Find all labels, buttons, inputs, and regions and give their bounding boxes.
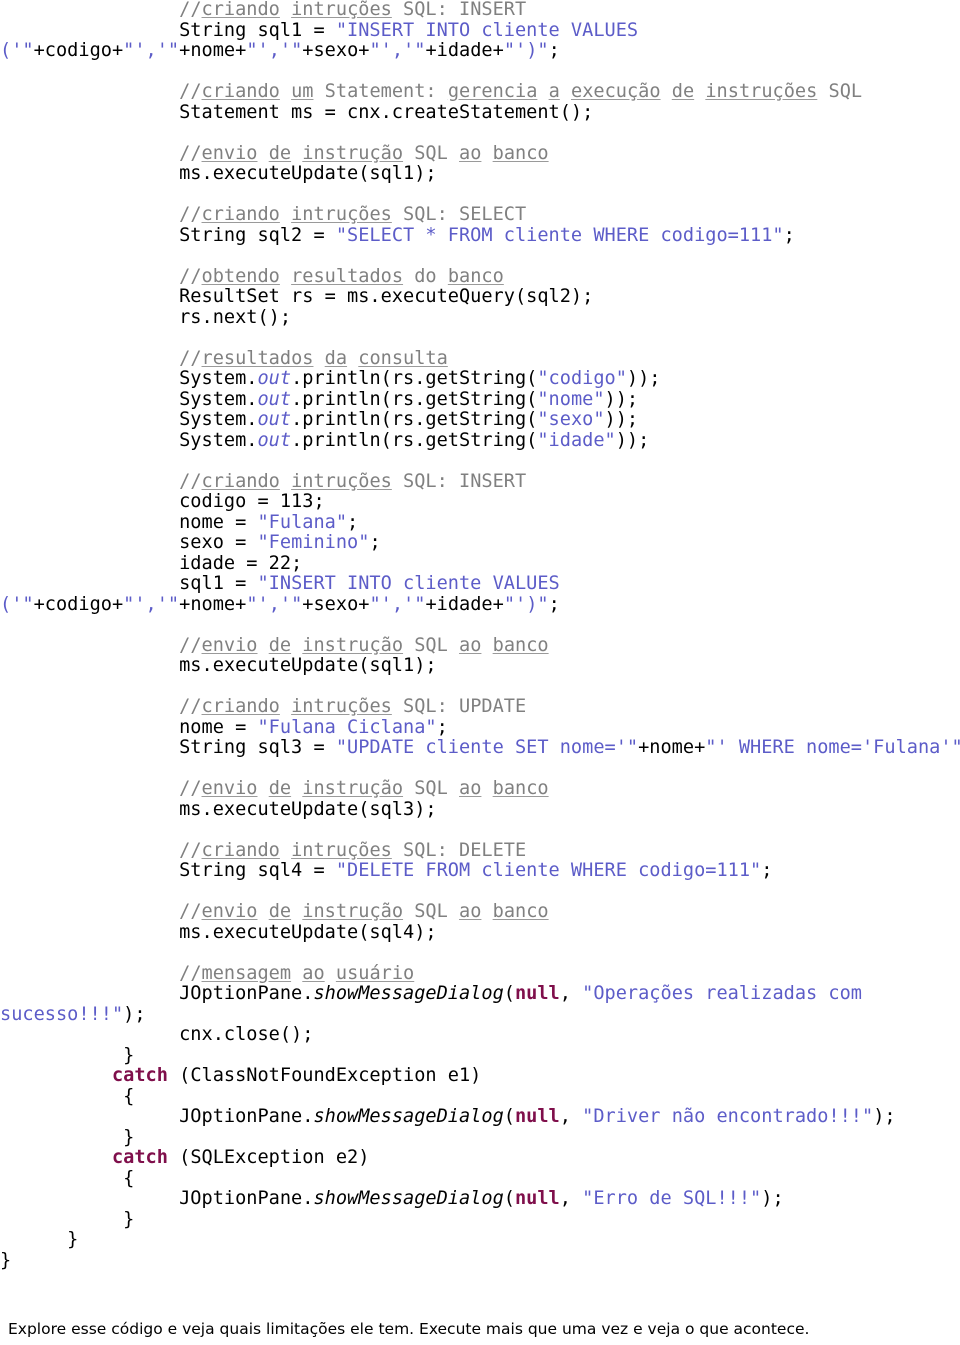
code-line: JOptionPane.showMessageDialog(null, "Err…: [0, 1188, 784, 1209]
code-line: String sql2 = "SELECT * FROM cliente WHE…: [0, 224, 795, 246]
code-line: System.out.println(rs.getString("codigo"…: [0, 368, 661, 389]
code-line: //criando intruções SQL: INSERT: [179, 0, 527, 20]
code-line: String sql3 = "UPDATE cliente SET nome='…: [0, 737, 960, 758]
code-line: //obtendo resultados do banco: [179, 265, 504, 287]
code-line: //criando um Statement: gerencia a execu…: [179, 81, 863, 102]
code-line: catch (SQLException e2): [111, 1147, 370, 1168]
code-line: sucesso!!!");: [0, 1003, 146, 1025]
code-line: //resultados da consulta: [179, 347, 448, 369]
code-line: nome = "Fulana Ciclana";: [0, 716, 448, 738]
code-line: ms.executeUpdate(sql1);: [0, 655, 437, 676]
code-line: }: [0, 1229, 79, 1250]
code-line: ms.executeUpdate(sql1);: [0, 163, 437, 184]
code-line: //envio de instrução SQL ao banco: [179, 634, 549, 656]
code-line: //criando intruções SQL: UPDATE: [179, 696, 527, 717]
code-line: String sql1 = "INSERT INTO cliente VALUE…: [0, 19, 639, 41]
code-line: //envio de instrução SQL ao banco: [179, 142, 549, 164]
code-line: }: [0, 1249, 12, 1271]
code-line: String sql4 = "DELETE FROM cliente WHERE…: [0, 860, 773, 881]
code-line: ('"+codigo+"','"+nome+"','"+sexo+"','"+i…: [0, 40, 560, 61]
code-line: //criando intruções SQL: INSERT: [179, 470, 527, 492]
code-line: nome = "Fulana";: [0, 511, 359, 533]
code-line: ms.executeUpdate(sql4);: [0, 921, 437, 943]
code-line: rs.next();: [0, 306, 292, 328]
code-line: //mensagem ao usuário: [179, 962, 415, 984]
code-line: {: [0, 1085, 135, 1107]
code-line: }: [0, 1126, 135, 1148]
code-line: ms.executeUpdate(sql3);: [0, 798, 437, 820]
code-line: //envio de instrução SQL ao banco: [179, 778, 549, 799]
code-line: JOptionPane.showMessageDialog(null, "Dri…: [0, 1106, 896, 1127]
code-line: {: [0, 1167, 135, 1189]
code-line: Statement ms = cnx.createStatement();: [0, 101, 594, 123]
code-line: }: [0, 1208, 135, 1230]
footer-note: Explore esse código e veja quais limitaç…: [8, 1320, 810, 1338]
code-line: ResultSet rs = ms.executeQuery(sql2);: [0, 286, 594, 307]
code-line: sexo = "Feminino";: [0, 532, 381, 553]
code-line: JOptionPane.showMessageDialog(null, "Ope…: [0, 983, 863, 1004]
code-line: idade = 22;: [0, 552, 303, 574]
code-line: System.out.println(rs.getString("nome"))…: [0, 388, 639, 410]
code-line: cnx.close();: [0, 1024, 314, 1045]
code-line: System.out.println(rs.getString("idade")…: [0, 429, 650, 451]
code-line: ('"+codigo+"','"+nome+"','"+sexo+"','"+i…: [0, 593, 560, 615]
code-line: codigo = 113;: [0, 491, 325, 512]
code-line: //criando intruções SQL: DELETE: [179, 839, 527, 861]
code-line: }: [0, 1044, 135, 1066]
code-line: //criando intruções SQL: SELECT: [179, 204, 527, 225]
code-listing: //criando intruções SQL: INSERT String s…: [0, 0, 960, 1271]
code-line: sql1 = "INSERT INTO cliente VALUES: [0, 573, 560, 594]
code-line: System.out.println(rs.getString("sexo"))…: [0, 409, 639, 430]
code-line: catch (ClassNotFoundException e1): [111, 1065, 482, 1086]
code-line: //envio de instrução SQL ao banco: [179, 901, 549, 922]
